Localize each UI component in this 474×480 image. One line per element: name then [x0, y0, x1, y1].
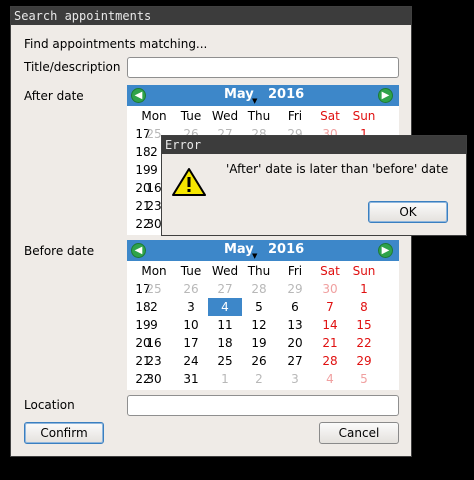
month-dropdown-icon[interactable]: ▼	[252, 252, 257, 260]
calendar-day[interactable]: 1	[347, 280, 381, 298]
weekday-label: Thu	[247, 264, 271, 278]
calendar-day[interactable]: 3	[174, 298, 208, 316]
search-heading: Find appointments matching...	[24, 37, 208, 51]
calendar-day[interactable]: 20	[278, 334, 312, 352]
weekday-label: Thu	[247, 109, 271, 123]
calendar-day[interactable]: 1	[208, 370, 242, 388]
calendar-day[interactable]: 5	[347, 370, 381, 388]
calendar-day[interactable]: 22	[347, 334, 381, 352]
year-label[interactable]: 2016	[268, 242, 304, 257]
error-message: 'After' date is later than 'before' date	[226, 162, 449, 176]
calendar-day[interactable]: 13	[278, 316, 312, 334]
weekday-label: Mon	[141, 264, 167, 278]
calendar-header: ◀ May ▼ 2016 ▶	[127, 85, 399, 106]
month-selector[interactable]: May	[224, 87, 254, 102]
calendar-day[interactable]: 31	[174, 370, 208, 388]
calendar-day[interactable]: 15	[347, 316, 381, 334]
error-dialog: Error 'After' date is later than 'before…	[161, 135, 467, 236]
weekday-label: Sat	[320, 264, 340, 278]
confirm-button[interactable]: Confirm	[24, 422, 104, 444]
window-title: Search appointments	[11, 7, 411, 25]
calendar-day[interactable]: 4	[313, 370, 347, 388]
month-selector[interactable]: May	[224, 242, 254, 257]
location-label: Location	[24, 398, 75, 412]
location-input[interactable]	[127, 395, 399, 416]
calendar-day[interactable]: 28	[242, 280, 276, 298]
title-input[interactable]	[127, 57, 399, 78]
calendar-day[interactable]: 14	[313, 316, 347, 334]
weekday-label: Wed	[211, 109, 239, 123]
weekday-label: Tue	[180, 264, 202, 278]
calendar-day[interactable]: 25	[208, 352, 242, 370]
calendar-day[interactable]: 9	[137, 316, 171, 334]
calendar-header: ◀ May ▼ 2016 ▶	[127, 240, 399, 261]
calendar-day[interactable]: 17	[174, 334, 208, 352]
calendar-day[interactable]: 30	[137, 370, 171, 388]
calendar-day[interactable]: 7	[313, 298, 347, 316]
calendar-day[interactable]: 2	[242, 370, 276, 388]
calendar-day[interactable]: 12	[242, 316, 276, 334]
prev-month-icon[interactable]: ◀	[131, 88, 146, 103]
title-label: Title/description	[24, 60, 121, 74]
calendar-day[interactable]: 18	[208, 334, 242, 352]
before-date-calendar[interactable]: ◀ May ▼ 2016 ▶ Mon Tue Wed Thu Fri Sat Sun 17 25 26 27 2…	[127, 240, 399, 390]
calendar-day[interactable]: 16	[137, 334, 171, 352]
warning-icon	[172, 168, 206, 196]
calendar-day[interactable]: 26	[242, 352, 276, 370]
next-month-icon[interactable]: ▶	[378, 88, 393, 103]
weekday-label: Tue	[180, 109, 202, 123]
error-dialog-title: Error	[162, 136, 466, 154]
weekday-label: Sun	[352, 109, 376, 123]
calendar-day[interactable]: 30	[313, 280, 347, 298]
weekday-label: Sat	[320, 109, 340, 123]
calendar-day[interactable]: 21	[313, 334, 347, 352]
weekday-label: Fri	[287, 264, 303, 278]
calendar-day[interactable]: 28	[313, 352, 347, 370]
before-date-label: Before date	[24, 244, 95, 258]
calendar-day[interactable]: 19	[242, 334, 276, 352]
weekday-label: Wed	[211, 264, 239, 278]
calendar-day[interactable]: 5	[242, 298, 276, 316]
cancel-button[interactable]: Cancel	[319, 422, 399, 444]
calendar-day[interactable]: 23	[137, 352, 171, 370]
calendar-day[interactable]: 2	[137, 298, 171, 316]
weekday-label: Mon	[141, 109, 167, 123]
calendar-day[interactable]: 8	[347, 298, 381, 316]
calendar-day[interactable]: 27	[208, 280, 242, 298]
after-date-label: After date	[24, 89, 84, 103]
month-dropdown-icon[interactable]: ▼	[252, 97, 257, 105]
calendar-day[interactable]: 29	[278, 280, 312, 298]
calendar-day[interactable]: 24	[174, 352, 208, 370]
calendar-day[interactable]: 4	[208, 298, 242, 316]
calendar-day[interactable]: 6	[278, 298, 312, 316]
ok-button[interactable]: OK	[368, 201, 448, 223]
calendar-day[interactable]: 26	[174, 280, 208, 298]
calendar-day[interactable]: 25	[137, 280, 171, 298]
calendar-day[interactable]: 29	[347, 352, 381, 370]
weekday-label: Fri	[287, 109, 303, 123]
weekday-label: Sun	[352, 264, 376, 278]
calendar-day[interactable]: 3	[278, 370, 312, 388]
calendar-day[interactable]: 10	[174, 316, 208, 334]
year-label[interactable]: 2016	[268, 87, 304, 102]
prev-month-icon[interactable]: ◀	[131, 243, 146, 258]
calendar-day[interactable]: 27	[278, 352, 312, 370]
calendar-day[interactable]: 11	[208, 316, 242, 334]
next-month-icon[interactable]: ▶	[378, 243, 393, 258]
